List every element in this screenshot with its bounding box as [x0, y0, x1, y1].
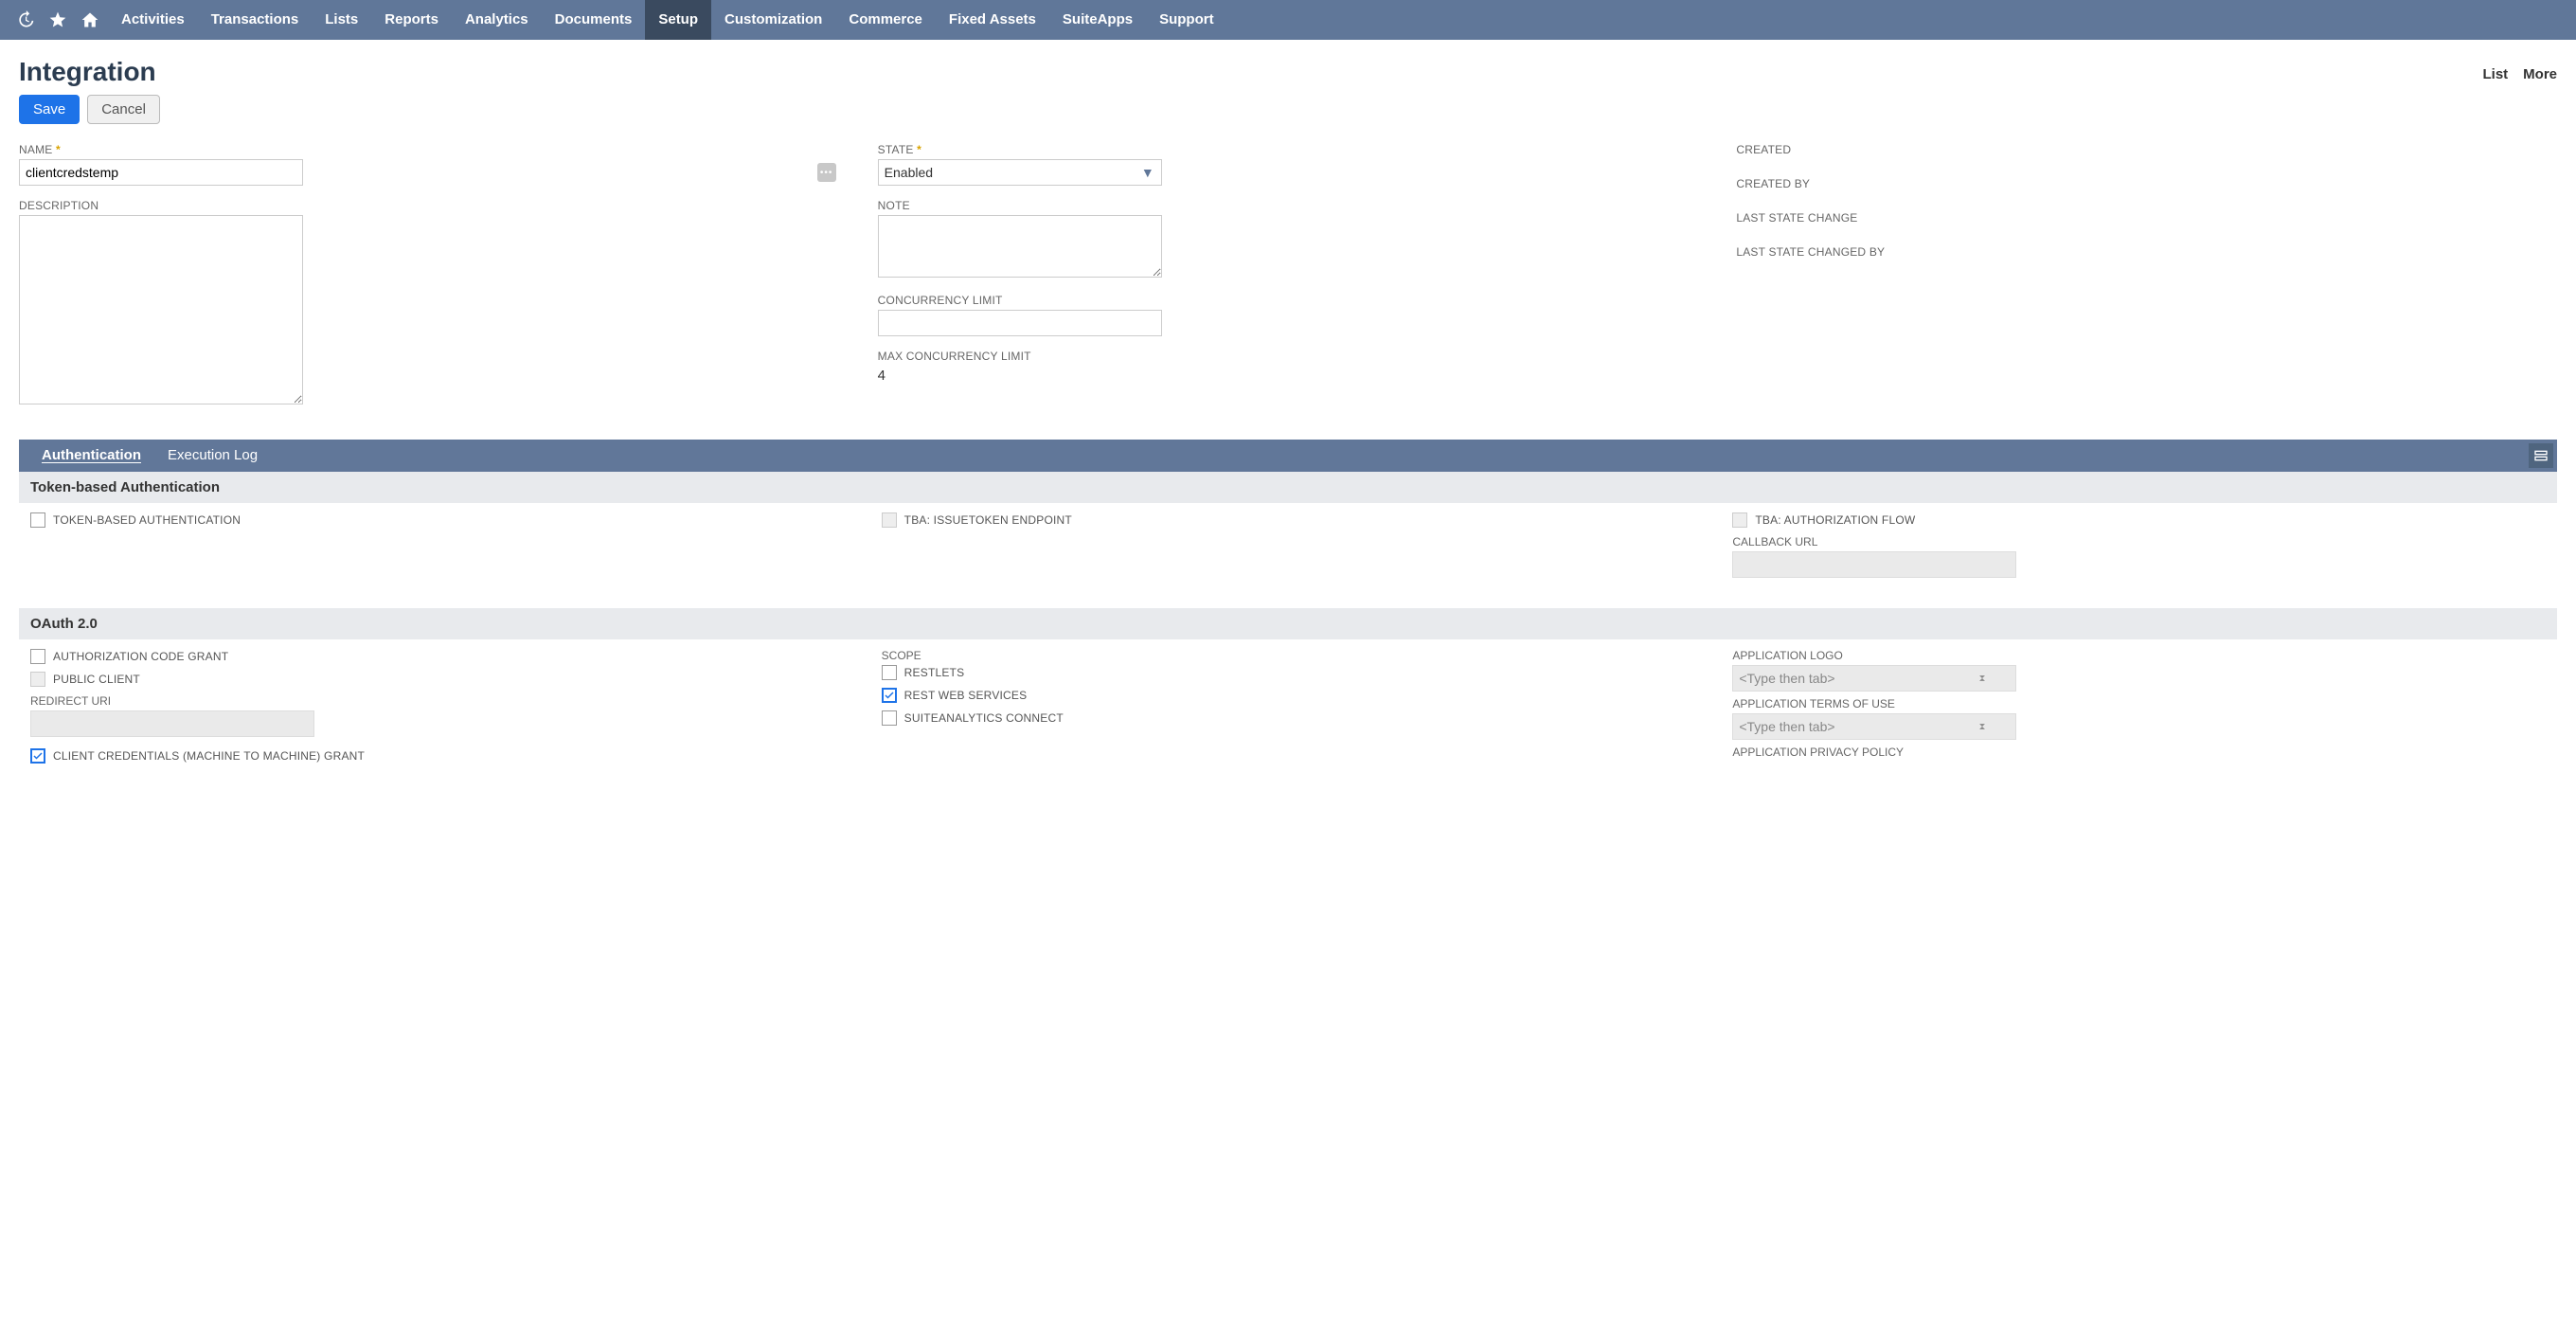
nav-item-transactions[interactable]: Transactions	[198, 0, 313, 40]
label-tba-authflow: TBA: AUTHORIZATION FLOW	[1755, 513, 1915, 527]
app-privacy-label: APPLICATION PRIVACY POLICY	[1732, 746, 2546, 759]
created-label: CREATED	[1736, 143, 2557, 156]
top-nav: ActivitiesTransactionsListsReportsAnalyt…	[0, 0, 2576, 40]
star-icon[interactable]	[44, 6, 72, 34]
redirect-uri-label: REDIRECT URI	[30, 694, 844, 708]
state-label: STATE *	[878, 143, 1699, 156]
label-client-creds-grant: CLIENT CREDENTIALS (MACHINE TO MACHINE) …	[53, 749, 365, 763]
dropdown-icon	[1976, 672, 1989, 685]
page-title: Integration	[19, 57, 156, 87]
nav-item-support[interactable]: Support	[1146, 0, 1227, 40]
tab-authentication[interactable]: Authentication	[28, 440, 154, 472]
app-logo-label: APPLICATION LOGO	[1732, 649, 2546, 662]
nav-item-documents[interactable]: Documents	[542, 0, 646, 40]
nav-item-suiteapps[interactable]: SuiteApps	[1049, 0, 1146, 40]
action-buttons: Save Cancel	[0, 95, 2576, 143]
subtabs-bar: Authentication Execution Log	[19, 440, 2557, 472]
checkbox-tba-auth[interactable]	[30, 512, 45, 528]
max-concurrency-limit-label: MAX CONCURRENCY LIMIT	[878, 350, 1699, 363]
section-tba-header: Token-based Authentication	[19, 472, 2557, 503]
nav-item-setup[interactable]: Setup	[645, 0, 711, 40]
callback-url-label: CALLBACK URL	[1732, 535, 2546, 548]
form-col-3: CREATED CREATED BY LAST STATE CHANGE LAS…	[1736, 143, 2557, 421]
save-button[interactable]: Save	[19, 95, 80, 124]
more-link[interactable]: More	[2523, 66, 2557, 82]
checkbox-tba-authflow[interactable]	[1732, 512, 1747, 528]
section-oauth: OAuth 2.0 AUTHORIZATION CODE GRANT PUBLI…	[19, 608, 2557, 786]
history-icon[interactable]	[11, 6, 40, 34]
nav-item-fixed-assets[interactable]: Fixed Assets	[936, 0, 1049, 40]
label-rest-web-services: REST WEB SERVICES	[904, 689, 1028, 702]
label-suiteanalytics: SUITEANALYTICS CONNECT	[904, 711, 1064, 725]
list-link[interactable]: List	[2482, 66, 2508, 82]
checkbox-public-client[interactable]	[30, 672, 45, 687]
page-header: Integration List More	[0, 40, 2576, 95]
checkbox-suiteanalytics[interactable]	[882, 710, 897, 726]
nav-item-customization[interactable]: Customization	[711, 0, 835, 40]
form-col-1: NAME * ••• DESCRIPTION	[19, 143, 840, 421]
last-state-change-label: LAST STATE CHANGE	[1736, 211, 2557, 225]
note-label: NOTE	[878, 199, 1699, 212]
app-tou-input[interactable]: <Type then tab>	[1732, 713, 2016, 740]
panel-layout-icon[interactable]	[2529, 443, 2553, 468]
nav-item-activities[interactable]: Activities	[108, 0, 198, 40]
app-logo-input[interactable]: <Type then tab>	[1732, 665, 2016, 692]
checkbox-client-creds-grant[interactable]	[30, 748, 45, 764]
last-state-changed-by-label: LAST STATE CHANGED BY	[1736, 245, 2557, 259]
label-restlets: RESTLETS	[904, 666, 965, 679]
dropdown-icon	[1976, 720, 1989, 733]
label-auth-code-grant: AUTHORIZATION CODE GRANT	[53, 650, 228, 663]
description-label: DESCRIPTION	[19, 199, 840, 212]
app-tou-label: APPLICATION TERMS OF USE	[1732, 697, 2546, 710]
concurrency-limit-label: CONCURRENCY LIMIT	[878, 294, 1699, 307]
section-oauth-header: OAuth 2.0	[19, 608, 2557, 639]
form-col-2: STATE * Enabled ▼ NOTE CONCURRENCY LIMIT…	[878, 143, 1699, 421]
note-textarea[interactable]	[878, 215, 1162, 278]
state-select[interactable]: Enabled	[878, 159, 1162, 186]
section-tba: Token-based Authentication TOKEN-BASED A…	[19, 472, 2557, 593]
tab-execution-log[interactable]: Execution Log	[154, 440, 271, 472]
name-input-expand-icon[interactable]: •••	[817, 163, 836, 182]
home-icon[interactable]	[76, 6, 104, 34]
created-by-label: CREATED BY	[1736, 177, 2557, 190]
name-input[interactable]	[19, 159, 303, 186]
checkbox-rest-web-services[interactable]	[882, 688, 897, 703]
nav-item-reports[interactable]: Reports	[371, 0, 452, 40]
concurrency-limit-input[interactable]	[878, 310, 1162, 336]
nav-item-lists[interactable]: Lists	[312, 0, 371, 40]
name-label: NAME *	[19, 143, 840, 156]
checkbox-restlets[interactable]	[882, 665, 897, 680]
form-grid: NAME * ••• DESCRIPTION STATE * Enabled ▼…	[0, 143, 2576, 440]
cancel-button[interactable]: Cancel	[87, 95, 160, 124]
page-header-actions: List More	[2482, 57, 2557, 82]
max-concurrency-limit-value: 4	[878, 366, 1699, 384]
label-public-client: PUBLIC CLIENT	[53, 673, 140, 686]
checkbox-auth-code-grant[interactable]	[30, 649, 45, 664]
label-tba-issuetoken: TBA: ISSUETOKEN ENDPOINT	[904, 513, 1072, 527]
nav-item-analytics[interactable]: Analytics	[452, 0, 542, 40]
checkbox-tba-issuetoken[interactable]	[882, 512, 897, 528]
redirect-uri-input	[30, 710, 314, 737]
scope-label: SCOPE	[882, 649, 1695, 662]
label-tba-auth: TOKEN-BASED AUTHENTICATION	[53, 513, 241, 527]
callback-url-input	[1732, 551, 2016, 578]
nav-item-commerce[interactable]: Commerce	[835, 0, 936, 40]
description-textarea[interactable]	[19, 215, 303, 404]
